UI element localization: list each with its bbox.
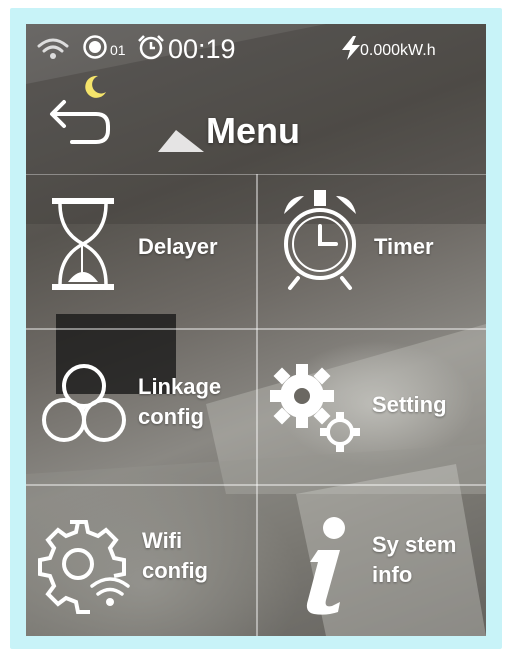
alarm-clock-icon [274,186,366,295]
device-screen: 01 00:19 0.000kW.h Menu Delayer Timer Li… [26,24,486,636]
hourglass-icon [48,196,118,297]
back-arrow-icon [50,100,110,144]
wifi-icon [36,36,70,65]
lightning-icon [340,36,362,65]
menu-tile-wifi-config[interactable]: Wifi config [26,486,256,636]
header-decor [156,124,206,159]
back-button[interactable] [44,94,114,150]
alarm-clock-icon [136,32,166,67]
record-icon [82,34,108,65]
channel-number: 01 [110,42,126,58]
info-icon [296,516,356,621]
clock-time: 00:19 [168,34,236,64]
menu-tile-timer[interactable]: Timer [256,174,486,328]
menu-label-timer: Timer [374,234,434,259]
menu-label-system-info: Sy stem info [372,532,457,587]
menu-label-wifi-config: Wifi config [142,528,208,583]
menu-label-linkage-config: Linkage config [138,374,222,429]
page-title: Menu [206,110,300,151]
menu-tile-delayer[interactable]: Delayer [26,174,256,328]
wifi-gear-icon [38,516,132,617]
menu-tile-linkage-config[interactable]: Linkage config [26,330,256,484]
energy-reading: 0.000kW.h [360,42,436,59]
gears-icon [266,356,366,461]
menu-tile-setting[interactable]: Setting [256,330,486,484]
menu-tile-system-info[interactable]: Sy stem info [256,486,486,636]
menu-label-setting: Setting [372,392,447,417]
linkage-cycle-icon [40,360,128,453]
menu-label-delayer: Delayer [138,234,218,259]
